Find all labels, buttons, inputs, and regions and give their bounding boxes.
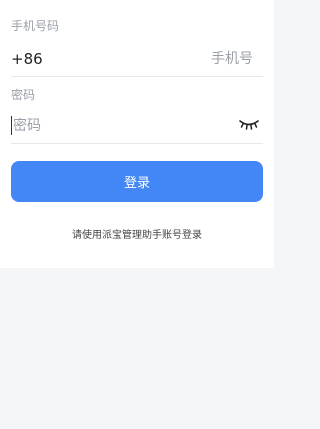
password-label: 密码 bbox=[11, 88, 36, 102]
eye-closed-icon[interactable] bbox=[239, 118, 259, 130]
country-code-prefix[interactable]: +86 bbox=[11, 50, 43, 68]
phone-input[interactable] bbox=[93, 49, 253, 69]
login-form: 手机号码 +86 密码 登录 请使用派宝管理助手账号登录 bbox=[0, 0, 274, 268]
alt-login-link[interactable]: 请使用派宝管理助手账号登录 bbox=[0, 229, 274, 243]
phone-label: 手机号码 bbox=[11, 19, 60, 33]
password-input[interactable] bbox=[11, 116, 213, 136]
password-row bbox=[11, 109, 263, 144]
login-button[interactable]: 登录 bbox=[11, 161, 263, 202]
phone-row: +86 bbox=[11, 42, 263, 77]
